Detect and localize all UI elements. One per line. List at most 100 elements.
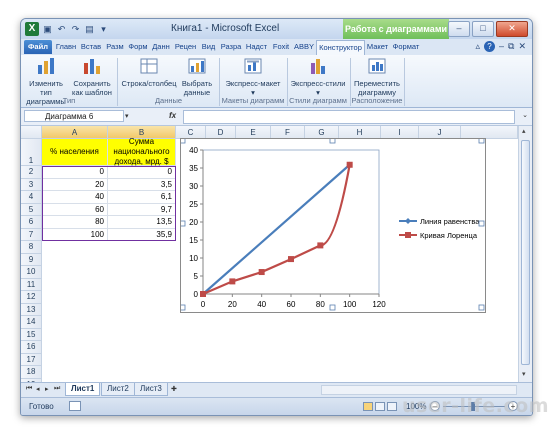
chart-svg[interactable]: 0 5 10 15 20 25 30 35 40 0 20 40 60 80 100 120 Линия рав…	[179, 137, 485, 312]
chart-area[interactable]: 0 5 10 15 20 25 30 35 40 0 20 40 60 80 100 120 Линия рав…	[179, 137, 486, 313]
tab-page-layout[interactable]: Разм	[104, 40, 126, 54]
tab-developer[interactable]: Разра	[219, 40, 243, 54]
x-tick-label[interactable]: 20	[228, 300, 237, 309]
horizontal-scrollbar[interactable]	[321, 385, 517, 395]
quick-styles-button[interactable]: Экспресс-стили ▾	[289, 57, 347, 97]
chart-resize-handle[interactable]	[329, 304, 336, 311]
cell-income[interactable]: 13,5	[108, 216, 176, 229]
tab-layout[interactable]: Макет	[365, 40, 390, 54]
row-header[interactable]: 13	[21, 303, 42, 316]
y-tick-label[interactable]: 20	[189, 218, 198, 227]
save-icon[interactable]: ▣	[42, 24, 53, 35]
minimize-button[interactable]: –	[448, 21, 470, 37]
row-header[interactable]: 11	[21, 278, 42, 291]
tab-view[interactable]: Вид	[199, 40, 218, 54]
tab-formulas[interactable]: Форм	[127, 40, 149, 54]
ribbon-collapse-icon[interactable]: ▵	[475, 41, 480, 52]
legend-label[interactable]: Линия равенства	[420, 217, 480, 226]
cell-header-income[interactable]: Сумма национального дохода, мрд. $	[108, 137, 176, 166]
select-data-button[interactable]: Выбрать данные	[178, 57, 216, 97]
y-tick-label[interactable]: 30	[189, 182, 198, 191]
tab-home[interactable]: Главн	[54, 40, 78, 54]
chart-resize-handle[interactable]	[179, 137, 186, 144]
column-header-a[interactable]: A	[42, 126, 108, 139]
insert-function-icon[interactable]: fx	[169, 111, 176, 120]
select-all-corner[interactable]	[21, 126, 42, 139]
y-tick-label[interactable]: 10	[189, 254, 198, 263]
cell-population[interactable]: 20	[42, 178, 108, 191]
qat-customize-icon[interactable]: ▾	[98, 24, 109, 35]
row-header[interactable]: 9	[21, 253, 42, 266]
point-lorenz[interactable]	[258, 269, 265, 276]
row-header[interactable]: 18	[21, 366, 42, 379]
tab-review[interactable]: Рецен	[173, 40, 198, 54]
cell-header-population[interactable]: % населения	[42, 139, 108, 166]
vertical-scroll-thumb[interactable]	[521, 140, 530, 365]
cell-population[interactable]: 100	[42, 228, 108, 241]
cell-income[interactable]: 3,5	[108, 178, 176, 191]
point-lorenz[interactable]	[229, 278, 236, 285]
move-chart-button[interactable]: Переместить диаграмму	[353, 57, 401, 97]
point-lorenz[interactable]	[288, 256, 294, 263]
page-layout-view-button[interactable]	[375, 402, 385, 411]
name-box[interactable]: Диаграмма 6	[24, 110, 124, 122]
scroll-up-icon[interactable]: ▴	[522, 127, 526, 135]
tab-file[interactable]: Файл	[24, 40, 52, 54]
page-break-view-button[interactable]	[387, 402, 397, 411]
row-header[interactable]: 8	[21, 241, 42, 254]
y-tick-label[interactable]: 35	[189, 164, 198, 173]
close-button[interactable]: ✕	[496, 21, 528, 37]
chart-resize-handle[interactable]	[329, 137, 336, 144]
y-tick-label[interactable]: 40	[189, 146, 198, 155]
cell-population[interactable]: 0	[42, 166, 108, 179]
legend-marker[interactable]	[405, 218, 411, 224]
tab-format[interactable]: Формат	[391, 40, 421, 54]
x-tick-label[interactable]: 80	[316, 300, 325, 309]
sheet-tab-2[interactable]: Лист2	[101, 383, 135, 396]
sheet-tab-1[interactable]: Лист1	[65, 383, 101, 396]
next-sheet-icon[interactable]: ▸	[45, 385, 49, 393]
doc-minimize-icon[interactable]: –	[499, 41, 504, 52]
doc-restore-icon[interactable]: ⧉	[508, 41, 514, 52]
y-tick-label[interactable]: 25	[189, 200, 198, 209]
legend-label[interactable]: Кривая Лоренца	[420, 231, 478, 240]
tab-abbyy[interactable]: ABBY	[293, 40, 315, 54]
row-header[interactable]: 14	[21, 316, 42, 329]
chart-resize-handle[interactable]	[478, 137, 485, 144]
chart-resize-handle[interactable]	[478, 220, 485, 227]
switch-row-column-button[interactable]: Строка/столбец	[121, 57, 177, 88]
x-tick-label[interactable]: 60	[287, 300, 296, 309]
x-tick-label[interactable]: 120	[372, 300, 386, 309]
tab-foxit[interactable]: Foxit	[270, 40, 292, 54]
normal-view-button[interactable]	[363, 402, 373, 411]
row-header[interactable]: 2	[21, 166, 42, 179]
row-header[interactable]: 16	[21, 341, 42, 354]
cell-population[interactable]: 80	[42, 216, 108, 229]
x-tick-label[interactable]: 100	[343, 300, 357, 309]
insert-sheet-icon[interactable]: ✚	[171, 385, 177, 393]
x-tick-label[interactable]: 0	[201, 300, 206, 309]
y-tick-label[interactable]: 5	[194, 272, 199, 281]
doc-close-icon[interactable]: ✕	[518, 41, 526, 52]
redo-icon[interactable]: ↷	[70, 24, 81, 35]
row-header[interactable]: 10	[21, 266, 42, 279]
row-header[interactable]: 7	[21, 228, 42, 241]
formula-input[interactable]	[183, 110, 515, 124]
plot-area[interactable]	[202, 149, 380, 295]
quick-layout-button[interactable]: Экспресс-макет ▾	[223, 57, 283, 97]
name-box-dropdown-icon[interactable]: ▾	[125, 112, 129, 120]
row-header[interactable]: 12	[21, 291, 42, 304]
print-preview-icon[interactable]: ▤	[84, 24, 95, 35]
point-lorenz[interactable]	[200, 291, 206, 297]
cell-income[interactable]: 6,1	[108, 191, 176, 204]
help-icon[interactable]: ?	[484, 41, 495, 52]
point-lorenz[interactable]	[317, 242, 324, 249]
last-sheet-icon[interactable]: ⏭	[54, 385, 60, 393]
prev-sheet-icon[interactable]: ◂	[36, 385, 40, 393]
worksheet-grid[interactable]: A B C D E F G H I J 1 2 3 4 5 6 7 8 9 10 11 12 13 14 1…	[21, 126, 518, 382]
row-header[interactable]: 5	[21, 203, 42, 216]
x-tick-label[interactable]: 40	[257, 300, 266, 309]
chart-resize-handle[interactable]	[179, 304, 186, 311]
tab-addins[interactable]: Надст	[244, 40, 269, 54]
row-header[interactable]: 17	[21, 353, 42, 366]
